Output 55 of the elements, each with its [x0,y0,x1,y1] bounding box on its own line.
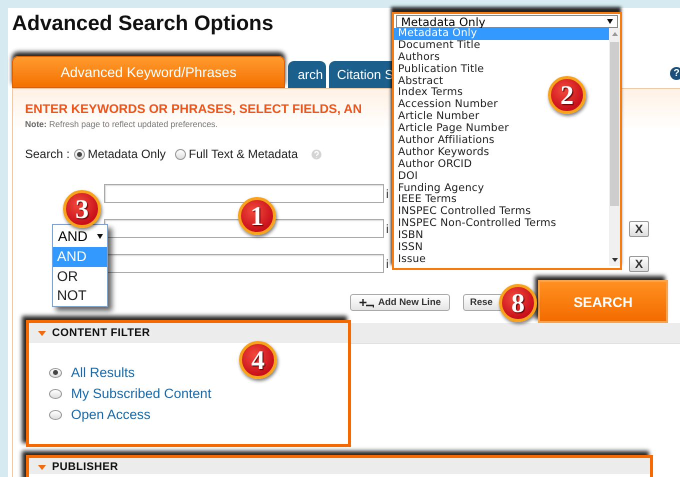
dropdown-option[interactable]: ISBN [394,230,428,242]
radio-button[interactable] [49,368,62,378]
dropdown-option[interactable]: Author ORCID [394,158,476,171]
dropdown-option[interactable]: INSPEC Non-Controlled Terms [394,218,560,230]
dropdown-option[interactable]: Index Terms [394,87,467,100]
help-icon[interactable] [310,148,322,160]
caret-icon [97,234,103,238]
field-label: i [386,222,389,236]
section-heading: ENTER KEYWORDS OR PHRASES, SELECT FIELDS, AN [25,102,362,117]
plus-icon [359,298,374,308]
scrollbar[interactable] [609,28,620,266]
radio-button[interactable] [49,388,62,398]
dropdown-option[interactable]: Funding Agency [394,182,488,194]
dropdown-option[interactable]: Document Title [394,40,484,52]
dropdown-option[interactable]: IEEE Terms [394,194,461,206]
select-field[interactable]: AND [53,225,107,247]
dropdown-option[interactable]: Author Keywords [394,146,494,159]
dropdown-option[interactable]: Article Page Number [394,123,513,136]
panel-title: CONTENT FILTER [52,327,150,339]
dropdown-list[interactable]: AND AND OR NOT [52,224,108,306]
remove-button[interactable]: X [629,256,649,272]
radio-button[interactable] [74,148,85,160]
dropdown-option[interactable]: NOT [53,286,91,306]
field-label: i [386,256,389,270]
radio-label: All Results [71,365,135,380]
radio-label: Open Access [71,407,151,422]
tab[interactable]: arch [288,61,326,88]
remove-button[interactable]: X [629,220,649,236]
dropdown-option[interactable]: Issue [394,254,430,266]
dropdown-option[interactable]: ISSN [394,242,427,254]
dropdown-option[interactable]: Article Number [394,111,484,124]
dropdown-list[interactable] [392,12,622,270]
select-field[interactable]: Metadata Only [396,15,618,28]
dropdown-option[interactable]: OR [53,266,82,286]
field-label: i [386,186,389,200]
dropdown-option[interactable]: Authors [394,52,444,64]
search-input[interactable] [104,184,384,203]
dropdown-option[interactable]: Author Affiliations [394,135,499,147]
dropdown-option[interactable]: Accession Number [394,99,502,112]
radio-button[interactable] [49,410,62,420]
page-title: Advanced Search Options [11,11,274,36]
panel-header[interactable]: PUBLISHER [29,458,650,474]
search-label: Search : [25,147,70,161]
reset-button[interactable]: Rese [463,294,503,311]
radio-label: My Subscribed Content [71,386,212,401]
panel-title: PUBLISHER [52,461,118,473]
panel-header[interactable]: CONTENT FILTER [29,323,348,343]
add-line-button[interactable]: Add New Line [350,294,450,311]
radio-label: Full Text & Metadata [188,147,298,161]
dropdown-option[interactable]: DOI [394,170,422,183]
dropdown-option[interactable]: INSPEC Controlled Terms [394,206,535,218]
help-icon[interactable]: ? [670,67,680,80]
radio-button[interactable] [174,148,186,160]
note-text: Note: Refresh page to reflect updated preferences. [25,119,218,130]
radio-label: Metadata Only [88,147,166,161]
